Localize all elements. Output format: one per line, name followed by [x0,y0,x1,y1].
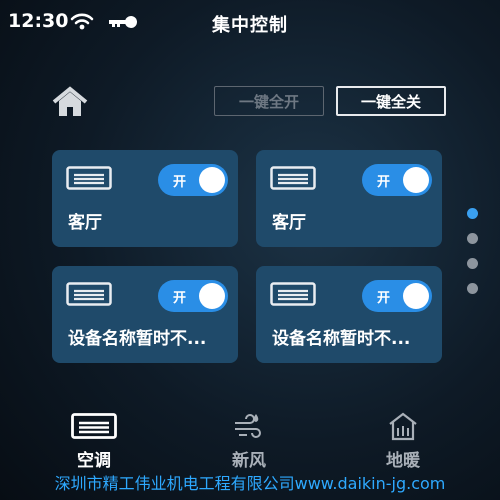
page-dot-2[interactable] [467,233,478,244]
power-toggle[interactable]: 开 [362,164,432,196]
home-icon[interactable] [52,86,88,122]
toggle-knob [199,167,225,193]
device-name: 设备名称暂时不... [68,329,207,349]
status-bar: 12:30 集中控制 [0,0,500,44]
device-card[interactable]: 开 客厅 [256,150,442,247]
toggle-label: 开 [173,175,187,190]
watermark: 深圳市精工伟业机电工程有限公司www.daikin-jg.com [54,474,446,493]
toggle-label: 开 [377,175,391,190]
floor-heating-icon [348,410,458,442]
device-name: 设备名称暂时不... [272,329,411,349]
air-conditioner-icon [270,166,316,194]
air-conditioner-icon [66,282,112,310]
toggle-label: 开 [377,291,391,306]
toggle-knob [403,167,429,193]
page-indicator [467,208,479,308]
toggle-label: 开 [173,291,187,306]
air-conditioner-icon [66,166,112,194]
all-off-button[interactable]: 一键全关 [336,86,446,116]
tab-fresh-air[interactable]: 新风 [194,410,304,471]
tab-label: 空调 [77,451,111,471]
fresh-air-icon [194,410,304,442]
page-dot-1[interactable] [467,208,478,219]
device-card[interactable]: 开 客厅 [52,150,238,247]
all-on-button[interactable]: 一键全开 [214,86,324,116]
tab-air-conditioner[interactable]: 空调 [39,410,149,471]
toggle-knob [403,283,429,309]
tab-label: 地暖 [386,451,420,471]
power-toggle[interactable]: 开 [158,164,228,196]
device-name: 客厅 [272,213,306,233]
page-title: 集中控制 [212,15,288,36]
page-dot-4[interactable] [467,283,478,294]
toggle-knob [199,283,225,309]
device-card[interactable]: 开 设备名称暂时不... [52,266,238,363]
device-name: 客厅 [68,213,102,233]
tab-label: 新风 [232,451,266,471]
tab-floor-heating[interactable]: 地暖 [348,410,458,471]
power-toggle[interactable]: 开 [362,280,432,312]
ac-icon [39,410,149,442]
device-card[interactable]: 开 设备名称暂时不... [256,266,442,363]
page-dot-3[interactable] [467,258,478,269]
air-conditioner-icon [270,282,316,310]
power-toggle[interactable]: 开 [158,280,228,312]
